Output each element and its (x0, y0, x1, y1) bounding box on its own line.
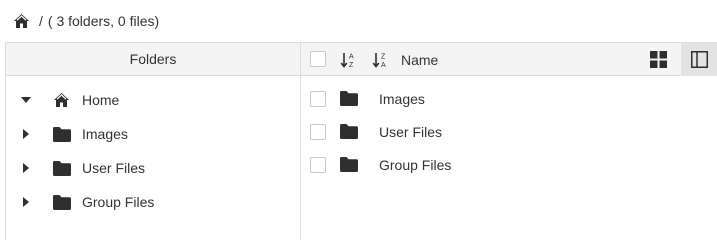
file-manager: / ( 3 folders, 0 files) Folders Home Ima… (0, 0, 717, 240)
tree-item-images[interactable]: Images (6, 122, 300, 146)
file-row-user-files[interactable]: User Files (301, 120, 717, 144)
split-view-icon (691, 51, 708, 68)
tree-item-user-files[interactable]: User Files (6, 156, 300, 180)
caret-right-icon[interactable] (21, 197, 31, 207)
svg-text:A: A (381, 62, 386, 69)
select-all-checkbox[interactable] (310, 51, 326, 67)
svg-text:Z: Z (349, 62, 354, 69)
file-row-group-files[interactable]: Group Files (301, 153, 717, 177)
svg-text:Z: Z (381, 54, 386, 61)
file-row-label: Group Files (379, 157, 452, 173)
caret-down-icon[interactable] (21, 95, 31, 105)
folders-header: Folders (6, 43, 300, 76)
breadcrumb-summary: ( 3 folders, 0 files) (47, 13, 160, 29)
folder-icon (53, 126, 71, 142)
row-checkbox[interactable] (310, 157, 326, 173)
tree-item-label: User Files (82, 160, 146, 176)
browser-frame: Folders Home Images User Files Group Fil… (5, 42, 717, 240)
folders-panel: Folders Home Images User Files Group Fil… (6, 43, 301, 240)
grid-view-icon[interactable] (650, 51, 668, 69)
breadcrumb-separator: / (39, 13, 43, 29)
file-list-panel: A Z Z A Name Images User Files Group Fil… (301, 43, 717, 240)
split-view-button[interactable] (681, 43, 717, 76)
tree-item-home[interactable]: Home (6, 88, 300, 112)
tree-item-label: Images (82, 126, 128, 142)
row-checkbox[interactable] (310, 91, 326, 107)
home-icon (53, 92, 71, 108)
caret-right-icon[interactable] (21, 163, 31, 173)
file-row-label: User Files (379, 124, 443, 140)
folder-icon (340, 91, 358, 107)
folder-icon (53, 160, 71, 176)
caret-right-icon[interactable] (21, 129, 31, 139)
sort-ascending-icon[interactable]: A Z (340, 51, 358, 69)
file-list-header: A Z Z A Name (301, 43, 717, 76)
name-column-header[interactable]: Name (401, 52, 438, 68)
svg-text:A: A (349, 54, 354, 61)
sort-descending-icon[interactable]: Z A (372, 51, 390, 69)
folder-icon (340, 157, 358, 173)
file-row-label: Images (379, 91, 425, 107)
folder-icon (53, 194, 71, 210)
tree-item-label: Home (82, 92, 120, 108)
breadcrumb: / ( 3 folders, 0 files) (0, 0, 717, 42)
tree-item-group-files[interactable]: Group Files (6, 190, 300, 214)
tree-item-label: Group Files (82, 194, 155, 210)
file-row-images[interactable]: Images (301, 87, 717, 111)
row-checkbox[interactable] (310, 124, 326, 140)
home-icon[interactable] (13, 12, 31, 30)
folder-icon (340, 124, 358, 140)
